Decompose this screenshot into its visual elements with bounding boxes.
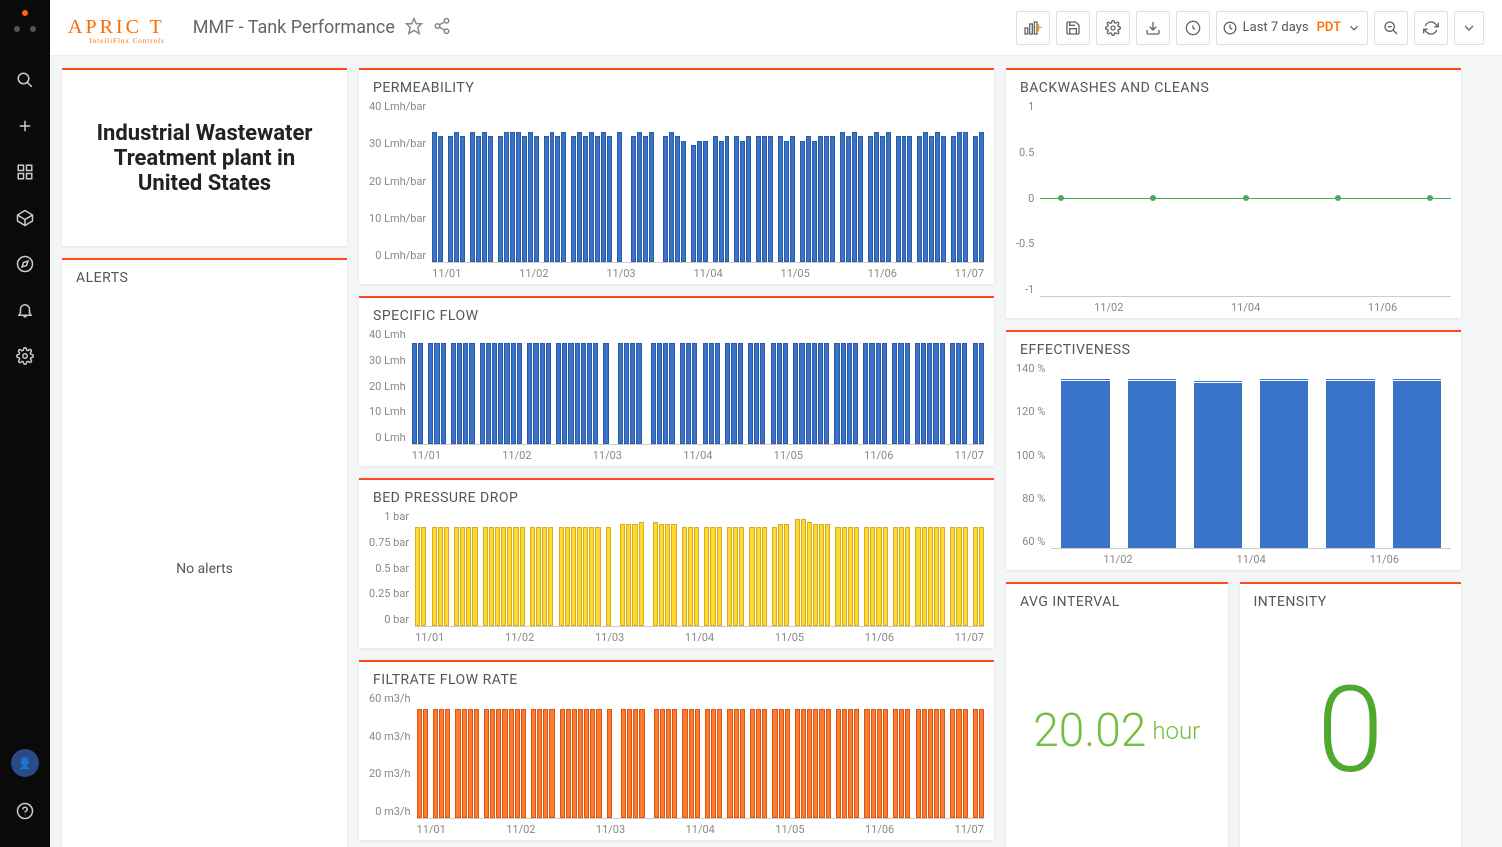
specific-flow-xaxis: 11/0111/0211/0311/0411/0511/0611/07	[412, 445, 984, 462]
alerts-title: ALERTS	[62, 260, 347, 290]
search-icon[interactable]	[5, 60, 45, 100]
permeability-xaxis: 11/0111/0211/0311/0411/0511/0611/07	[432, 263, 984, 280]
specific-flow-yaxis: 40 Lmh30 Lmh20 Lmh10 Lmh0 Lmh	[369, 328, 412, 444]
permeability-yaxis: 40 Lmh/bar30 Lmh/bar20 Lmh/bar10 Lmh/bar…	[369, 100, 432, 262]
page-title: MMF - Tank Performance	[193, 17, 395, 38]
panel-permeability[interactable]: PERMEABILITY 40 Lmh/bar30 Lmh/bar20 Lmh/…	[359, 68, 994, 284]
grafana-logo-icon[interactable]	[14, 10, 36, 32]
avg-interval-value: 20.02	[1033, 704, 1146, 758]
avg-interval-unit: hour	[1152, 717, 1200, 745]
cycle-view-button[interactable]	[1176, 11, 1210, 45]
panel-bed-pressure[interactable]: BED PRESSURE DROP 1 bar0.75 bar0.5 bar0.…	[359, 478, 994, 648]
bed-pressure-title: BED PRESSURE DROP	[359, 480, 994, 510]
cube-icon[interactable]	[5, 198, 45, 238]
permeability-title: PERMEABILITY	[359, 70, 994, 100]
alerts-panel: ALERTS No alerts	[62, 258, 347, 847]
panel-backwashes[interactable]: BACKWASHES AND CLEANS 10.50-0.5-1 11/021…	[1006, 68, 1461, 318]
compass-icon[interactable]	[5, 244, 45, 284]
zoom-out-button[interactable]	[1374, 11, 1408, 45]
panel-filtrate-flow[interactable]: FILTRATE FLOW RATE 60 m3/h40 m3/h20 m3/h…	[359, 660, 994, 840]
brand-logo: APRIC T IntelliFlux Controls	[68, 16, 165, 39]
plus-icon[interactable]	[5, 106, 45, 146]
backwashes-title: BACKWASHES AND CLEANS	[1006, 70, 1461, 100]
bed-pressure-xaxis: 11/0111/0211/0311/0411/0511/0611/07	[415, 627, 984, 644]
filtrate-flow-yaxis: 60 m3/h40 m3/h20 m3/h0 m3/h	[369, 692, 417, 818]
panel-intensity[interactable]: INTENSITY 0	[1240, 582, 1462, 847]
alerts-empty: No alerts	[62, 290, 347, 847]
effectiveness-title: EFFECTIVENESS	[1006, 332, 1461, 362]
panel-avg-interval[interactable]: AVG INTERVAL 20.02 hour	[1006, 582, 1228, 847]
headline-text: Industrial Wastewater Treatment plant in…	[82, 121, 327, 196]
download-button[interactable]	[1136, 11, 1170, 45]
specific-flow-bars	[412, 328, 984, 445]
add-panel-button[interactable]: +	[1016, 11, 1050, 45]
intensity-title: INTENSITY	[1240, 584, 1462, 614]
gear-icon[interactable]	[5, 336, 45, 376]
star-icon[interactable]	[405, 17, 423, 39]
sidebar-nav: 👤	[0, 0, 50, 847]
time-range-label: Last 7 days	[1243, 20, 1309, 35]
intensity-value: 0	[1317, 671, 1384, 791]
permeability-bars	[432, 100, 984, 263]
panel-specific-flow[interactable]: SPECIFIC FLOW 40 Lmh30 Lmh20 Lmh10 Lmh0 …	[359, 296, 994, 466]
panel-effectiveness[interactable]: EFFECTIVENESS 140 %120 %100 %80 %60 % 11…	[1006, 330, 1461, 570]
time-range-picker[interactable]: Last 7 days PDT	[1216, 11, 1368, 45]
topbar: APRIC T IntelliFlux Controls MMF - Tank …	[50, 0, 1502, 56]
brand-name: APRIC T	[68, 16, 165, 38]
bed-pressure-yaxis: 1 bar0.75 bar0.5 bar0.25 bar0 bar	[369, 510, 415, 626]
filtrate-flow-xaxis: 11/0111/0211/0311/0411/0511/0611/07	[417, 819, 984, 836]
headline-panel: Industrial Wastewater Treatment plant in…	[62, 68, 347, 246]
refresh-dropdown[interactable]	[1454, 11, 1484, 45]
save-button[interactable]	[1056, 11, 1090, 45]
apps-icon[interactable]	[5, 152, 45, 192]
settings-button[interactable]	[1096, 11, 1130, 45]
effectiveness-xaxis: 11/0211/0411/06	[1051, 549, 1451, 566]
bell-icon[interactable]	[5, 290, 45, 330]
avatar[interactable]: 👤	[11, 749, 39, 777]
effectiveness-bars	[1051, 362, 1451, 549]
avg-interval-title: AVG INTERVAL	[1006, 584, 1228, 614]
brand-tagline: IntelliFlux Controls	[89, 37, 164, 45]
effectiveness-yaxis: 140 %120 %100 %80 %60 %	[1016, 362, 1051, 548]
filtrate-flow-title: FILTRATE FLOW RATE	[359, 662, 994, 692]
help-icon[interactable]	[5, 791, 45, 831]
bed-pressure-bars	[415, 510, 984, 627]
specific-flow-title: SPECIFIC FLOW	[359, 298, 994, 328]
backwashes-yaxis: 10.50-0.5-1	[1016, 100, 1040, 296]
time-range-tz: PDT	[1317, 20, 1341, 35]
filtrate-flow-bars	[417, 692, 984, 819]
backwashes-plot	[1040, 100, 1451, 297]
share-icon[interactable]	[433, 17, 451, 39]
backwashes-xaxis: 11/0211/0411/06	[1040, 297, 1451, 314]
refresh-button[interactable]	[1414, 11, 1448, 45]
